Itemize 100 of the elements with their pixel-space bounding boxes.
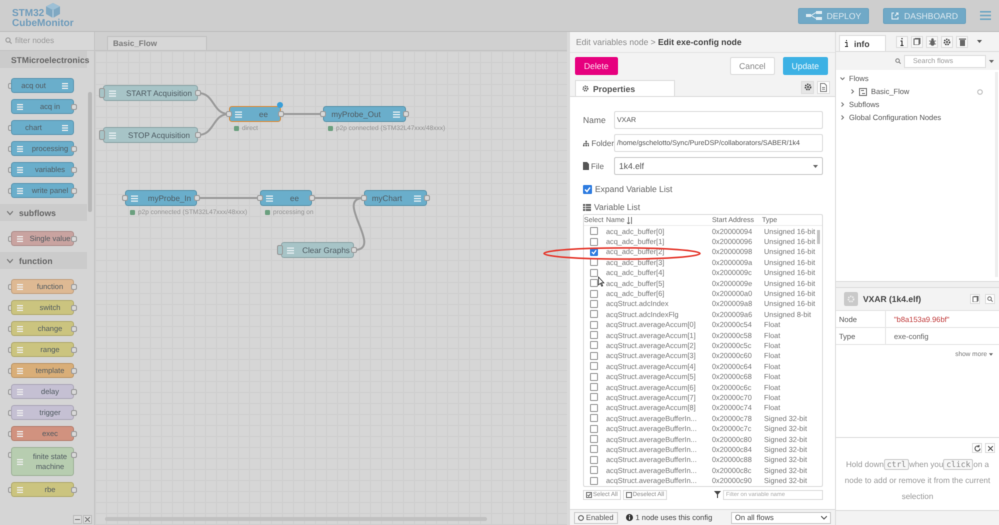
node-icon bbox=[844, 292, 858, 306]
checkbox[interactable] bbox=[590, 445, 598, 454]
output-port bbox=[71, 346, 77, 352]
checkbox[interactable] bbox=[590, 404, 598, 412]
refresh-icon bbox=[974, 444, 980, 452]
caret-icon[interactable] bbox=[977, 40, 982, 43]
node-icon bbox=[61, 124, 69, 132]
splitter-handle[interactable] bbox=[836, 281, 999, 288]
checkbox[interactable] bbox=[590, 238, 598, 246]
input-port bbox=[122, 195, 128, 201]
wire bbox=[197, 197, 260, 199]
output-port bbox=[309, 195, 315, 201]
checkbox[interactable] bbox=[590, 435, 598, 443]
settings-button[interactable] bbox=[941, 36, 953, 48]
checkbox[interactable] bbox=[590, 456, 598, 464]
category-header[interactable]: subflows bbox=[0, 204, 87, 221]
checkbox[interactable] bbox=[590, 227, 598, 236]
field-label: File bbox=[591, 162, 604, 170]
inject-button[interactable] bbox=[99, 130, 105, 140]
menu-icon[interactable] bbox=[980, 11, 991, 20]
info-tab[interactable]: info bbox=[839, 35, 886, 51]
node-icon bbox=[16, 102, 24, 110]
flow-node[interactable]: ee bbox=[260, 190, 312, 206]
close-icon bbox=[85, 517, 90, 522]
scrollbar[interactable] bbox=[817, 230, 820, 244]
trash-button[interactable] bbox=[956, 36, 968, 48]
chevron-icon bbox=[840, 115, 845, 120]
checkbox[interactable] bbox=[590, 300, 598, 308]
checkbox[interactable] bbox=[590, 331, 598, 340]
checkbox[interactable] bbox=[590, 320, 598, 329]
caret-icon bbox=[813, 164, 818, 168]
book-button[interactable] bbox=[970, 294, 980, 304]
flow-node[interactable]: myChart bbox=[364, 190, 427, 206]
checkbox[interactable] bbox=[590, 362, 598, 370]
search-button[interactable] bbox=[985, 294, 995, 304]
flow-node[interactable]: Clear Graphs bbox=[281, 242, 354, 258]
checkbox[interactable] bbox=[590, 383, 598, 392]
output-port bbox=[71, 368, 77, 374]
input-port bbox=[257, 195, 263, 201]
sort-icon[interactable] bbox=[626, 216, 633, 224]
search-icon bbox=[987, 296, 993, 302]
node-icon bbox=[16, 144, 24, 152]
deploy-button[interactable]: DEPLOY bbox=[798, 8, 870, 24]
checkbox[interactable] bbox=[590, 341, 598, 350]
inject-button[interactable] bbox=[99, 88, 105, 98]
input-port bbox=[361, 195, 367, 201]
flow-tab[interactable]: Basic_Flow bbox=[107, 36, 207, 50]
node-icon bbox=[16, 366, 24, 374]
refresh-button[interactable] bbox=[972, 443, 982, 453]
output-port bbox=[195, 90, 201, 96]
flow-node[interactable]: myProbe_In bbox=[125, 190, 197, 206]
output-port bbox=[71, 486, 77, 492]
inject-button[interactable] bbox=[277, 245, 283, 255]
node-icon bbox=[413, 194, 422, 202]
settings-button[interactable] bbox=[801, 80, 814, 94]
filter-icon bbox=[714, 491, 721, 498]
checkbox[interactable] bbox=[590, 279, 598, 288]
external-link-icon bbox=[891, 12, 900, 20]
output-port bbox=[424, 195, 430, 201]
chevron-icon bbox=[6, 208, 14, 216]
node-icon bbox=[108, 130, 117, 140]
document-icon bbox=[820, 82, 827, 92]
expand-button[interactable] bbox=[83, 515, 92, 524]
delete-button[interactable]: Delete bbox=[575, 56, 618, 74]
cancel-button[interactable]: Cancel bbox=[730, 56, 775, 74]
flow-node[interactable]: STOP Acquisition bbox=[103, 127, 198, 143]
checkbox[interactable] bbox=[590, 310, 598, 318]
category-header[interactable]: function bbox=[0, 252, 87, 269]
dashboard-button[interactable]: DASHBOARD bbox=[883, 8, 966, 24]
checkbox[interactable] bbox=[583, 184, 592, 194]
status-icon bbox=[977, 88, 983, 94]
flow-node[interactable]: myProbe_Out bbox=[323, 106, 406, 122]
checkbox[interactable] bbox=[590, 372, 598, 381]
info-button[interactable] bbox=[896, 36, 908, 48]
category-header[interactable]: STMicroelectronics bbox=[0, 51, 87, 68]
book-button[interactable] bbox=[911, 36, 923, 48]
output-port bbox=[71, 410, 77, 416]
close-button[interactable] bbox=[985, 443, 995, 453]
node-icon bbox=[16, 486, 24, 494]
node-icon bbox=[16, 282, 24, 290]
file-icon bbox=[583, 162, 589, 170]
node-icon bbox=[130, 194, 139, 202]
checkbox[interactable] bbox=[590, 352, 598, 360]
flow-node[interactable]: START Acquisition bbox=[103, 85, 198, 101]
output-port bbox=[71, 430, 77, 436]
changed-dot bbox=[277, 102, 283, 108]
collapse-button[interactable] bbox=[73, 515, 82, 524]
checkbox[interactable] bbox=[590, 466, 598, 474]
update-button[interactable]: Update bbox=[782, 56, 828, 74]
node-icon bbox=[234, 110, 243, 118]
checkbox[interactable] bbox=[590, 414, 598, 422]
flow-node[interactable]: ee bbox=[229, 106, 281, 122]
debug-button[interactable] bbox=[926, 36, 938, 48]
checkbox[interactable] bbox=[590, 424, 598, 433]
checkbox[interactable] bbox=[590, 290, 598, 298]
properties-tab[interactable]: Properties bbox=[575, 80, 675, 96]
checkbox[interactable] bbox=[590, 393, 598, 402]
checkbox[interactable] bbox=[590, 476, 598, 485]
checkbox[interactable] bbox=[590, 268, 598, 277]
file-select[interactable]: 1k4.elf bbox=[614, 157, 823, 175]
